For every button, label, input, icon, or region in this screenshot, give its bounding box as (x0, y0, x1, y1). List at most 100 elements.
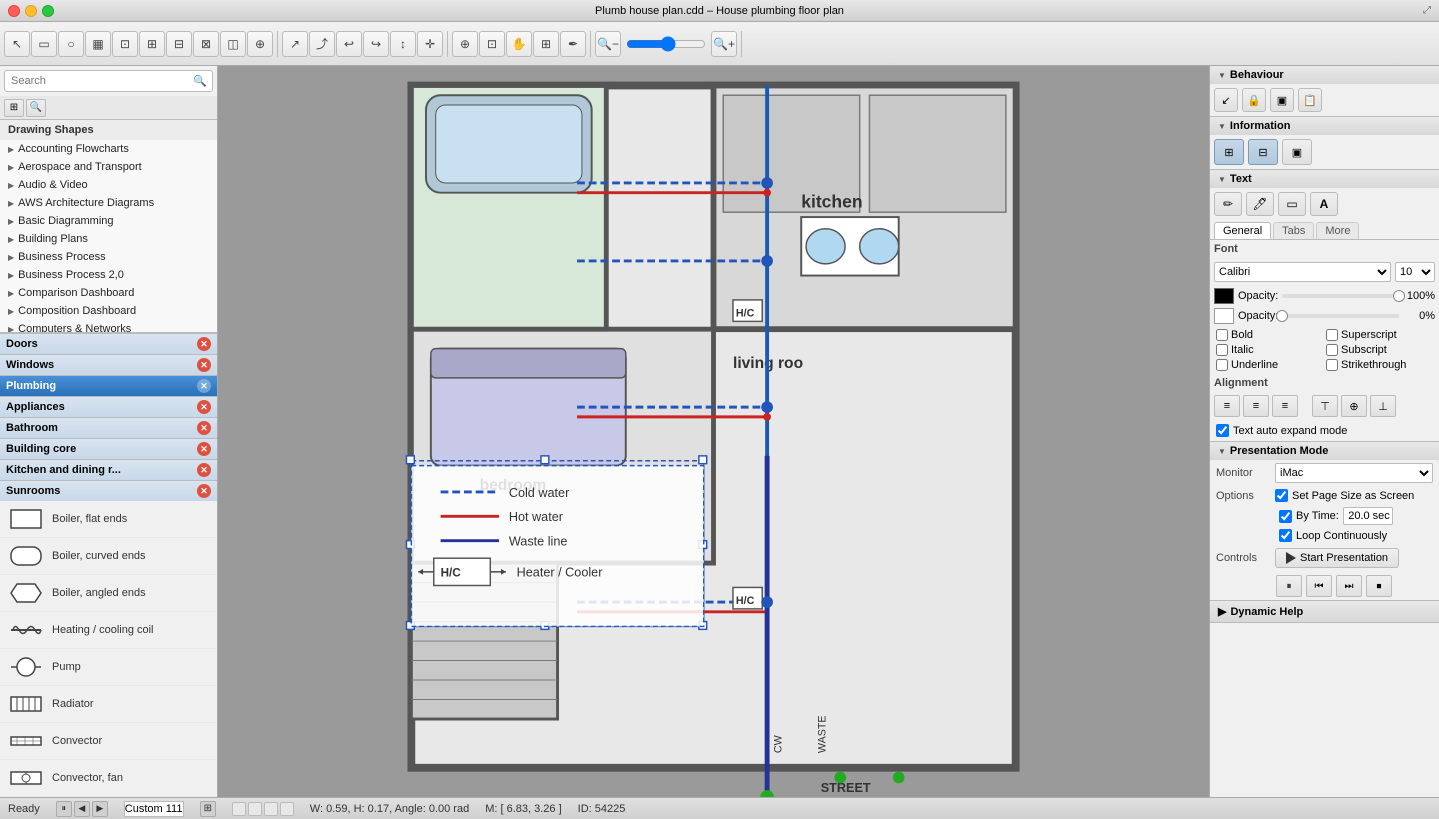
search-input[interactable] (4, 70, 213, 92)
next-page-btn[interactable]: ▶ (92, 801, 108, 817)
shape-boiler-flat[interactable]: Boiler, flat ends (0, 501, 217, 538)
zoom-in-tool[interactable]: ⊕ (452, 31, 478, 57)
windows-close[interactable]: ✕ (197, 358, 211, 372)
maximize-button[interactable] (42, 5, 54, 17)
beh-lock-icon[interactable]: 🔒 (1242, 88, 1266, 112)
fit-btn[interactable]: ⊞ (200, 801, 216, 817)
presentation-mode-header[interactable]: ▼ Presentation Mode (1210, 442, 1439, 460)
page-btn-2[interactable] (248, 802, 262, 816)
category-computers[interactable]: ▶ Computers & Networks (0, 320, 217, 332)
prev-page-btn[interactable]: ◀ (74, 801, 90, 817)
category-accounting[interactable]: ▶ Accounting Flowcharts (0, 140, 217, 158)
text-auto-expand-checkbox[interactable] (1216, 424, 1229, 437)
align-left-btn[interactable]: ≡ (1214, 395, 1240, 417)
undo-tool[interactable]: ↩ (336, 31, 362, 57)
kitchen-panel-header[interactable]: Kitchen and dining r... ✕ (0, 460, 217, 480)
connect-tool[interactable]: ⊞ (139, 31, 165, 57)
grid-view-btn[interactable]: ⊞ (4, 99, 24, 117)
page-btn-3[interactable] (264, 802, 278, 816)
container-tool[interactable]: ⊡ (112, 31, 138, 57)
underline-checkbox[interactable] (1216, 359, 1228, 371)
zoom-fit-tool[interactable]: ⊡ (479, 31, 505, 57)
bold-checkbox[interactable] (1216, 329, 1228, 341)
expand-button[interactable]: ⤢ (1423, 5, 1431, 16)
italic-check[interactable]: Italic (1216, 344, 1323, 356)
font-size-select[interactable]: 10 12 14 16 (1395, 262, 1435, 282)
canvas[interactable]: kitchen bedroom living roo (218, 66, 1209, 797)
subscript-checkbox[interactable] (1326, 344, 1338, 356)
pan-tool[interactable]: ✋ (506, 31, 532, 57)
info-icon-3[interactable]: ▣ (1282, 139, 1312, 165)
zoom-slider[interactable] (626, 36, 706, 52)
font-name-select[interactable]: Calibri Arial Helvetica (1214, 262, 1391, 282)
loop-checkbox[interactable] (1279, 529, 1292, 542)
underline-check[interactable]: Underline (1216, 359, 1323, 371)
bathroom-close[interactable]: ✕ (197, 421, 211, 435)
appliances-close[interactable]: ✕ (197, 400, 211, 414)
shape-heating-coil[interactable]: Heating / cooling coil (0, 612, 217, 649)
close-button[interactable] (8, 5, 20, 17)
monitor-select[interactable]: iMac MacBook Pro MacBook Air (1275, 463, 1433, 483)
information-header[interactable]: ▼ Information (1210, 117, 1439, 135)
tab-more[interactable]: More (1316, 222, 1359, 239)
italic-checkbox[interactable] (1216, 344, 1228, 356)
text-font-icon[interactable]: A (1310, 192, 1338, 216)
image-tool[interactable]: ⊠ (193, 31, 219, 57)
dynamic-help-header[interactable]: ▶ Dynamic Help (1210, 601, 1439, 622)
superscript-check[interactable]: Superscript (1326, 329, 1433, 341)
tab-tabs[interactable]: Tabs (1273, 222, 1314, 239)
shape-pump[interactable]: Pump (0, 649, 217, 686)
arrow-tool[interactable]: ↗ (282, 31, 308, 57)
stop-btn[interactable]: ⏹ (1366, 575, 1392, 597)
sunrooms-panel-header[interactable]: Sunrooms ✕ (0, 481, 217, 501)
set-page-size-checkbox[interactable] (1275, 489, 1288, 502)
shape-tool-4[interactable]: ⊕ (247, 31, 273, 57)
curve-tool[interactable]: ⤴ (309, 31, 335, 57)
category-comparison[interactable]: ▶ Comparison Dashboard (0, 284, 217, 302)
category-aerospace[interactable]: ▶ Aerospace and Transport (0, 158, 217, 176)
shape-tool-3[interactable]: ◫ (220, 31, 246, 57)
align-middle-btn[interactable]: ⊕ (1341, 395, 1367, 417)
zoom-in-btn[interactable]: 🔍+ (711, 31, 737, 57)
shape-convector-fan[interactable]: Convector, fan (0, 760, 217, 797)
appliances-panel-header[interactable]: Appliances ✕ (0, 397, 217, 417)
prev-btn[interactable]: ⏮ (1306, 575, 1332, 597)
plumbing-close[interactable]: ✕ (197, 379, 211, 393)
shape-boiler-curved[interactable]: Boiler, curved ends (0, 538, 217, 575)
category-composition[interactable]: ▶ Composition Dashboard (0, 302, 217, 320)
zoom-out-btn[interactable]: 🔍− (595, 31, 621, 57)
redo-tool[interactable]: ↪ (363, 31, 389, 57)
category-business[interactable]: ▶ Business Process (0, 248, 217, 266)
by-time-checkbox[interactable] (1279, 510, 1292, 523)
page-btn-1[interactable] (232, 802, 246, 816)
table-tool[interactable]: ▦ (85, 31, 111, 57)
category-building[interactable]: ▶ Building Plans (0, 230, 217, 248)
align-right-btn[interactable]: ≡ (1272, 395, 1298, 417)
stroke-opacity-slider[interactable] (1282, 314, 1399, 318)
info-icon-1[interactable]: ⊞ (1214, 139, 1244, 165)
pause-btn[interactable]: ⏸ (1276, 575, 1302, 597)
align-top-btn[interactable]: ⊤ (1312, 395, 1338, 417)
windows-panel-header[interactable]: Windows ✕ (0, 355, 217, 375)
building-core-close[interactable]: ✕ (197, 442, 211, 456)
beh-doc-icon[interactable]: 📋 (1298, 88, 1322, 112)
text-pen-icon[interactable]: 🖊 (1246, 192, 1274, 216)
move-tool[interactable]: ✛ (417, 31, 443, 57)
diagram-svg[interactable]: kitchen bedroom living roo (218, 66, 1209, 797)
minimize-button[interactable] (25, 5, 37, 17)
shape-convector[interactable]: Convector (0, 723, 217, 760)
rect-tool[interactable]: ▭ (31, 31, 57, 57)
info-icon-2[interactable]: ⊟ (1248, 139, 1278, 165)
tab-general[interactable]: General (1214, 222, 1271, 239)
kitchen-close[interactable]: ✕ (197, 463, 211, 477)
play-stop-btn[interactable]: ⏸ (56, 801, 72, 817)
category-business2[interactable]: ▶ Business Process 2,0 (0, 266, 217, 284)
search-btn[interactable]: 🔍 (26, 99, 46, 117)
shape-radiator[interactable]: Radiator (0, 686, 217, 723)
plumbing-panel-header[interactable]: Plumbing ✕ (0, 376, 217, 396)
next-btn[interactable]: ⏭ (1336, 575, 1362, 597)
by-time-input[interactable] (1343, 507, 1393, 525)
shape-tool-2[interactable]: ⊟ (166, 31, 192, 57)
fill-opacity-slider[interactable] (1282, 294, 1399, 298)
stroke-color-swatch[interactable] (1214, 308, 1234, 324)
